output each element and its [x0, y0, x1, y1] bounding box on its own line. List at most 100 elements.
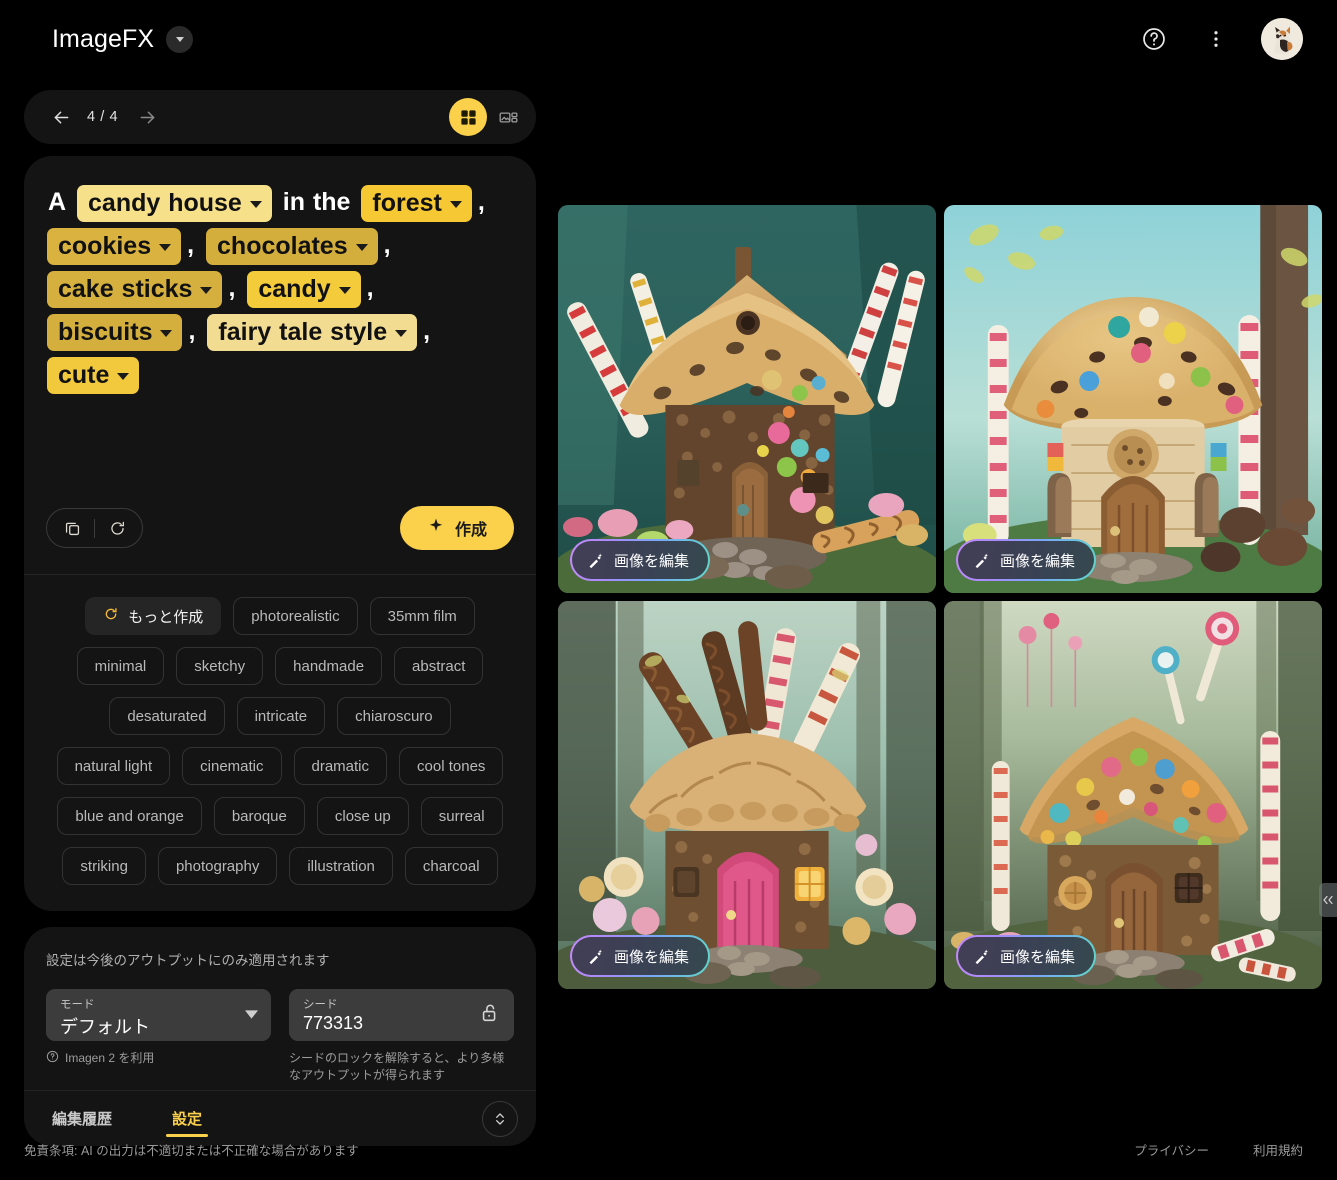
result-image-2[interactable]: 画像を編集	[944, 205, 1322, 593]
suggestion-row: natural light cinematic dramatic cool to…	[42, 747, 518, 785]
result-image-4[interactable]: 画像を編集	[944, 601, 1322, 989]
prompt-comma: ,	[423, 317, 431, 346]
chip-label: candy	[258, 275, 331, 303]
prompt-comma: ,	[228, 274, 236, 303]
suggestion-chip-baroque[interactable]: baroque	[213, 797, 305, 835]
view-toggle	[449, 98, 527, 136]
edit-image-button-1[interactable]: 画像を編集	[570, 539, 711, 581]
prompt-chip-chocolates[interactable]: chocolates	[206, 228, 378, 265]
suggestion-chip-charcoal[interactable]: charcoal	[404, 847, 498, 885]
chip-label: surreal	[438, 807, 485, 825]
prompt-chip-cake-sticks[interactable]: cake sticks	[47, 271, 223, 308]
page-indicator: 4 / 4	[87, 109, 119, 125]
result-image-3[interactable]: 画像を編集	[558, 601, 936, 989]
prompt-nav-bar: 4 / 4	[24, 90, 536, 144]
panel-tabs: 編集履歴 設定	[24, 1090, 536, 1146]
tab-label: 設定	[172, 1111, 203, 1128]
suggestion-chip-minimal[interactable]: minimal	[76, 647, 165, 685]
edit-image-button-3[interactable]: 画像を編集	[570, 935, 711, 977]
prompt-chip-cute[interactable]: cute	[47, 357, 140, 394]
edit-button-label: 画像を編集	[1000, 552, 1076, 570]
brand[interactable]: ImageFX	[52, 24, 194, 54]
suggestion-chip-photorealistic[interactable]: photorealistic	[233, 597, 358, 635]
suggestion-chip-sketchy[interactable]: sketchy	[176, 647, 264, 685]
help-circle-icon[interactable]	[1137, 22, 1171, 56]
suggestion-row: blue and orange baroque close up surreal	[42, 797, 518, 835]
seed-input[interactable]: シード 773313	[289, 989, 514, 1041]
suggestion-chip-chiaroscuro[interactable]: chiaroscuro	[337, 697, 451, 735]
create-button[interactable]: 作成	[399, 506, 514, 550]
mode-select[interactable]: モード デフォルト	[46, 989, 271, 1041]
chip-label: minimal	[94, 657, 147, 675]
prompt-chip-candy[interactable]: candy	[247, 271, 361, 308]
prompt-chip-candy-house[interactable]: candy house	[77, 185, 272, 222]
tab-settings[interactable]: 設定	[166, 1091, 209, 1147]
seed-hint-text: シードのロックを解除すると、より多様なアウトプットが得られます	[289, 1051, 505, 1082]
prompt-toolbar: 作成	[46, 506, 514, 550]
suggestion-chip-cool-tones[interactable]: cool tones	[399, 747, 504, 785]
toolbar-divider	[94, 518, 95, 538]
suggestion-chip-natural-light[interactable]: natural light	[56, 747, 171, 785]
prompt-chip-biscuits[interactable]: biscuits	[47, 314, 183, 351]
collapse-panel-icon[interactable]	[1319, 883, 1337, 917]
chevron-down-icon[interactable]	[166, 25, 194, 53]
chevron-down-icon	[245, 1006, 258, 1024]
edit-image-button-2[interactable]: 画像を編集	[956, 539, 1097, 581]
mode-label: モード	[60, 999, 95, 1011]
suggestion-row: もっと作成 photorealistic 35mm film	[42, 597, 518, 635]
chip-label: chocolates	[217, 232, 348, 260]
detail-view-icon[interactable]	[489, 98, 527, 136]
result-image-1[interactable]: 画像を編集	[558, 205, 936, 593]
edit-image-button-4[interactable]: 画像を編集	[956, 935, 1097, 977]
prompt-chip-fairy-tale-style[interactable]: fairy tale style	[207, 314, 418, 351]
unlock-icon[interactable]	[479, 1002, 501, 1029]
prompt-tools	[46, 508, 143, 548]
expand-vertical-icon[interactable]	[482, 1100, 518, 1137]
suggestion-chip-close-up[interactable]: close up	[316, 797, 409, 835]
suggestion-chip-blue-and-orange[interactable]: blue and orange	[57, 797, 202, 835]
edit-button-label: 画像を編集	[614, 948, 690, 966]
sparkle-icon	[427, 517, 445, 540]
tab-label: 編集履歴	[52, 1111, 113, 1128]
copy-icon[interactable]	[53, 509, 91, 547]
prompt-text[interactable]: A candy house in the forest , cookies , …	[46, 182, 514, 397]
prompt-comma: ,	[366, 274, 374, 303]
avatar[interactable]	[1261, 18, 1303, 60]
suggestion-chip-illustration[interactable]: illustration	[289, 847, 393, 885]
prompt-chip-cookies[interactable]: cookies	[47, 228, 182, 265]
refresh-icon[interactable]	[98, 509, 136, 547]
prompt-card: A candy house in the forest , cookies , …	[24, 156, 536, 574]
suggestion-chip-more[interactable]: もっと作成	[85, 597, 222, 635]
settings-panel: 設定は今後のアウトプットにのみ適用されます モード デフォルト Imagen 2…	[24, 927, 536, 1090]
chevron-down-icon	[249, 201, 262, 208]
suggestion-chip-surreal[interactable]: surreal	[420, 797, 503, 835]
suggestion-chip-intricate[interactable]: intricate	[236, 697, 326, 735]
prompt-comma: ,	[188, 317, 196, 346]
suggestion-chip-dramatic[interactable]: dramatic	[293, 747, 388, 785]
prompt-chip-forest[interactable]: forest	[361, 185, 472, 222]
app-title: ImageFX	[52, 24, 155, 53]
suggestion-row: minimal sketchy handmade abstract	[42, 647, 518, 685]
suggestion-chip-handmade[interactable]: handmade	[275, 647, 383, 685]
chip-label: cool tones	[417, 757, 486, 775]
chip-label: biscuits	[58, 318, 153, 346]
suggestion-chip-abstract[interactable]: abstract	[394, 647, 484, 685]
arrow-left-icon[interactable]	[46, 102, 76, 132]
suggestion-chip-cinematic[interactable]: cinematic	[182, 747, 282, 785]
suggestion-chip-photography[interactable]: photography	[157, 847, 278, 885]
more-vertical-icon[interactable]	[1199, 22, 1233, 56]
chip-label: photography	[175, 857, 260, 875]
footer-link-terms[interactable]: 利用規約	[1253, 1140, 1303, 1159]
arrow-right-icon[interactable]	[132, 102, 162, 132]
suggestion-chip-35mm-film[interactable]: 35mm film	[369, 597, 475, 635]
chip-label: close up	[334, 807, 391, 825]
chip-label: striking	[80, 857, 128, 875]
tab-edit-history[interactable]: 編集履歴	[46, 1091, 118, 1147]
grid-view-icon[interactable]	[449, 98, 487, 136]
chip-label: cute	[58, 361, 110, 389]
suggestion-chip-desaturated[interactable]: desaturated	[109, 697, 225, 735]
footer-link-privacy[interactable]: プライバシー	[1134, 1140, 1209, 1159]
prompt-connector: in the	[282, 188, 351, 217]
chip-label: candy house	[88, 189, 242, 217]
suggestion-chip-striking[interactable]: striking	[62, 847, 146, 885]
